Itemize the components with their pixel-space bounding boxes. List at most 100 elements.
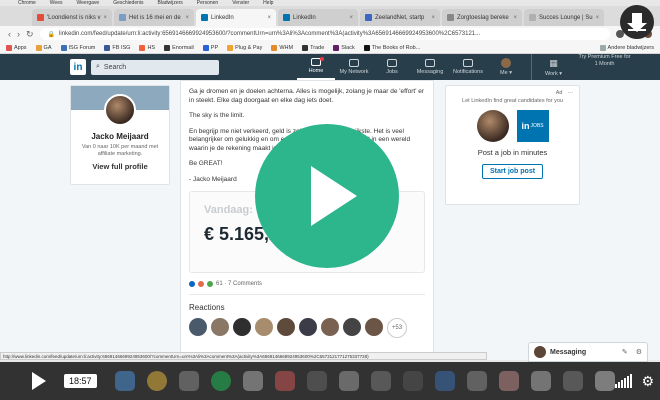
compose-icon[interactable]: ✎ <box>622 348 628 356</box>
bookmark-item[interactable]: WHM <box>271 44 293 51</box>
close-icon[interactable]: × <box>104 15 108 21</box>
play-icon[interactable] <box>32 372 46 390</box>
app-icon <box>434 371 455 391</box>
bookmark-item[interactable]: The Books of Rob... <box>363 44 420 51</box>
browser-tab[interactable]: Het is 16 mei en de × <box>114 9 194 26</box>
forward-icon[interactable]: › <box>17 29 20 39</box>
launchpad-icon <box>178 371 199 391</box>
close-icon[interactable]: × <box>185 15 189 21</box>
other-bookmarks[interactable]: Andere bladwijzers <box>599 44 654 51</box>
browser-tab[interactable]: Succes Lounge | Su × <box>524 9 604 26</box>
nav-item-me[interactable]: Me ▾ <box>487 54 525 80</box>
bookmark-item[interactable]: Plug & Pay <box>227 44 262 51</box>
linkedin-logo[interactable]: in <box>70 59 86 75</box>
favicon-icon <box>37 14 44 21</box>
app-icon <box>306 371 327 391</box>
avatar[interactable] <box>255 318 273 336</box>
bookmark-item[interactable]: Slack <box>333 44 355 51</box>
avatar[interactable] <box>104 94 136 126</box>
ad-text: Let LinkedIn find great candidates for y… <box>462 98 563 104</box>
bookmarks-bar: Apps GA ISG Forum FB ISG HS Enormail PP Plug & … <box>0 42 660 54</box>
bookmark-favicon-icon <box>60 44 67 51</box>
browser-tab[interactable]: LinkedIn × <box>278 9 358 26</box>
tab-label: Zorgtoeslag bereke <box>457 14 509 21</box>
app-icon <box>530 371 551 391</box>
close-icon[interactable]: × <box>349 15 353 21</box>
nav-item-messaging[interactable]: Messaging <box>411 54 449 80</box>
start-job-post-button[interactable]: Start job post <box>481 164 544 179</box>
view-profile-link[interactable]: View full profile <box>71 162 169 171</box>
bookmark-favicon-icon <box>6 44 12 51</box>
reload-icon[interactable]: ↻ <box>26 29 34 40</box>
avatar[interactable] <box>343 318 361 336</box>
notification-badge <box>320 57 324 61</box>
bookmark-item[interactable]: PP <box>202 44 218 51</box>
tab-label: 'Loondienst is niks v <box>47 14 101 21</box>
post-paragraph: Ga je dromen en je doelen achterna. Alle… <box>189 88 425 104</box>
back-icon[interactable]: ‹ <box>8 29 11 39</box>
volume-icon[interactable] <box>614 374 632 388</box>
bookmark-favicon-icon <box>333 44 340 51</box>
url-input[interactable]: 🔒 linkedin.com/feed/update/urn:li:activi… <box>39 28 610 40</box>
favicon-icon <box>447 14 454 21</box>
lock-icon: 🔒 <box>47 31 56 38</box>
nav-item-work[interactable]: ▦ Work ▾ <box>531 54 569 80</box>
profile-name[interactable]: Jacko Meijaard <box>71 132 169 141</box>
favicon-icon <box>283 14 290 21</box>
spotify-icon <box>210 371 231 391</box>
search-input[interactable]: ⌕ Search <box>91 59 219 75</box>
avatar[interactable] <box>277 318 295 336</box>
close-icon[interactable]: × <box>596 15 600 21</box>
network-icon <box>349 59 359 67</box>
nav-item-home[interactable]: Home <box>297 54 335 80</box>
more-icon[interactable]: ··· <box>568 90 574 96</box>
play-button[interactable] <box>255 124 399 268</box>
search-placeholder: Search <box>103 63 127 71</box>
bookmark-item[interactable]: HS <box>139 44 155 51</box>
browser-tab[interactable]: 'Loondienst is niks v × <box>32 9 112 26</box>
close-icon[interactable]: × <box>513 15 517 21</box>
bookmark-item[interactable]: Apps <box>6 44 27 51</box>
messaging-bar[interactable]: Messaging ✎ ⚙ <box>528 342 648 362</box>
social-counts[interactable]: 61 · 7 Comments <box>189 281 425 295</box>
app-icon <box>338 371 359 391</box>
avatar[interactable] <box>365 318 383 336</box>
avatar[interactable] <box>299 318 317 336</box>
bookmark-item[interactable]: GA <box>35 44 52 51</box>
avatar[interactable] <box>189 318 207 336</box>
bookmark-item[interactable]: Trade <box>302 44 324 51</box>
tab-label: ZeelandNet, startp <box>375 14 425 21</box>
more-reactions-button[interactable]: +53 <box>387 318 407 338</box>
nav-item-notifications[interactable]: Notifications <box>449 54 487 80</box>
close-icon[interactable]: × <box>431 15 435 21</box>
browser-tab[interactable]: LinkedIn × <box>196 9 276 26</box>
ad-title: Post a job in minutes <box>477 148 548 157</box>
bookmark-favicon-icon <box>363 44 370 51</box>
avatar[interactable] <box>211 318 229 336</box>
avatar[interactable] <box>321 318 339 336</box>
browser-tab[interactable]: ZeelandNet, startp × <box>360 9 440 26</box>
chat-icon <box>425 59 435 67</box>
settings-icon[interactable]: ⚙ <box>642 373 655 390</box>
bookmark-item[interactable]: Enormail <box>164 44 194 51</box>
tab-label: LinkedIn <box>211 14 234 21</box>
bookmark-favicon-icon <box>302 44 309 51</box>
post-paragraph: The sky is the limit. <box>189 112 245 119</box>
play-icon <box>311 166 357 226</box>
bookmark-item[interactable]: FB ISG <box>104 44 130 51</box>
close-icon[interactable]: × <box>267 15 271 21</box>
nav-item-my-network[interactable]: My Network <box>335 54 373 80</box>
dock-icons <box>114 371 615 391</box>
bookmark-favicon-icon <box>202 44 209 51</box>
tab-label: LinkedIn <box>293 14 316 21</box>
download-button[interactable] <box>620 5 654 39</box>
avatar[interactable] <box>233 318 251 336</box>
premium-link[interactable]: Try Premium Free for 1 Month <box>577 54 632 80</box>
bookmark-item[interactable]: ISG Forum <box>60 44 95 51</box>
chrome-icon <box>146 371 167 391</box>
favicon-icon <box>119 14 126 21</box>
ad-card: Ad ··· Let LinkedIn find great candidate… <box>445 85 580 205</box>
nav-item-jobs[interactable]: Jobs <box>373 54 411 80</box>
gear-icon[interactable]: ⚙ <box>636 348 642 356</box>
browser-tab[interactable]: Zorgtoeslag bereke × <box>442 9 522 26</box>
